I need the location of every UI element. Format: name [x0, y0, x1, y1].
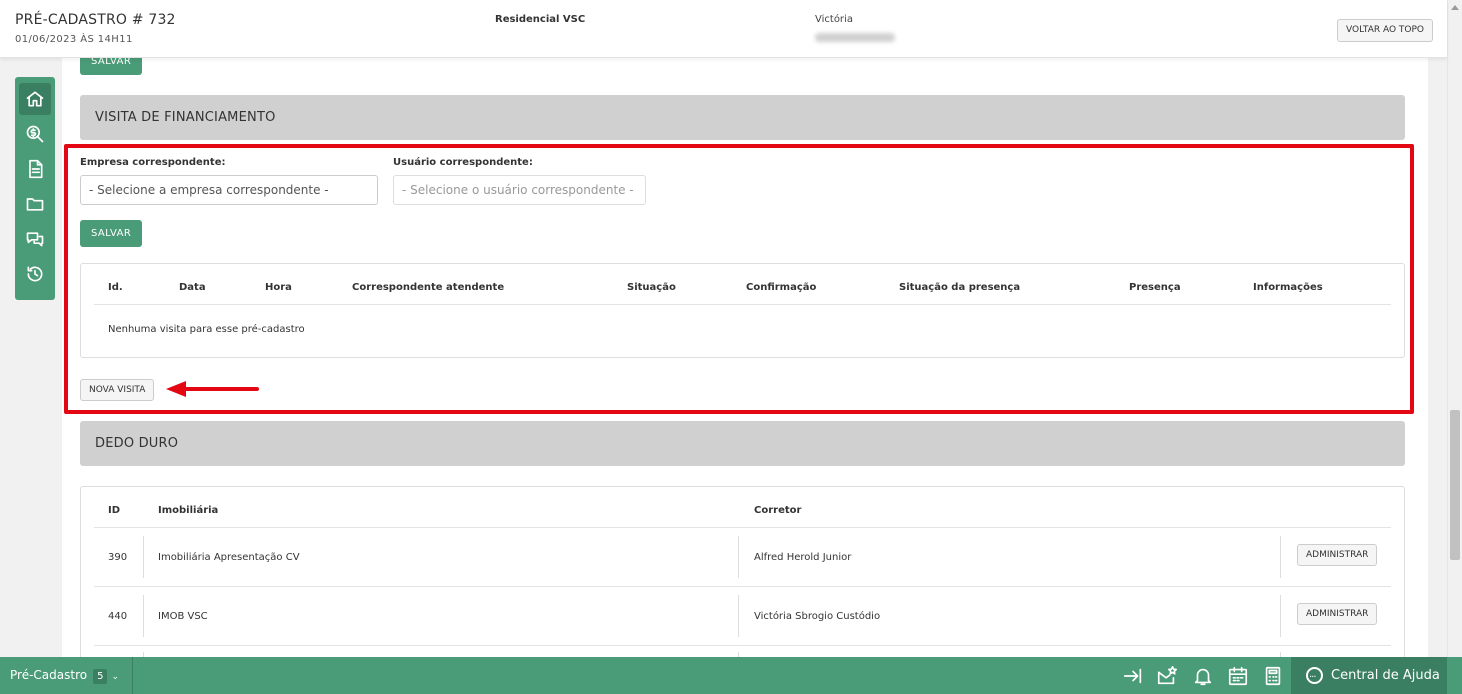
col-presenca: Presença: [1129, 282, 1181, 293]
col-hora: Hora: [265, 282, 292, 293]
folder-icon[interactable]: [19, 188, 51, 220]
chat-bubble-icon: [1306, 659, 1323, 694]
dollar-search-icon[interactable]: [19, 118, 51, 150]
scroll-up-icon[interactable]: [1451, 5, 1459, 10]
side-navigation: [15, 77, 55, 300]
table-divider: [94, 304, 1391, 305]
tab-label: Pré-Cadastro: [10, 668, 88, 682]
table-divider: [94, 645, 1391, 646]
col-id: Id.: [108, 282, 123, 293]
table-divider: [94, 586, 1391, 587]
mail-star-icon[interactable]: [1156, 665, 1178, 687]
tab-count-badge: 5: [93, 669, 108, 684]
empty-message: Nenhuma visita para esse pré-cadastro: [108, 324, 305, 335]
calendar-icon[interactable]: [1227, 665, 1249, 687]
help-label: Central de Ajuda: [1331, 668, 1440, 683]
help-center-button[interactable]: Central de Ajuda: [1291, 657, 1447, 694]
page-header: PRÉ-CADASTRO # 732 01/06/2023 ÀS 14H11 R…: [0, 0, 1447, 58]
document-icon[interactable]: [19, 153, 51, 185]
dedo-duro-table: [80, 486, 1405, 666]
row-imobiliaria: Imobiliária Apresentação CV: [158, 552, 300, 563]
cell-divider: [738, 595, 739, 637]
visita-save-button[interactable]: SALVAR: [80, 220, 143, 247]
col-dd-corretor: Corretor: [754, 505, 802, 516]
col-informacoes: Informações: [1253, 282, 1323, 293]
bell-icon[interactable]: [1192, 665, 1214, 687]
col-situacao-presenca: Situação da presença: [899, 282, 1021, 293]
empresa-label: Empresa correspondente:: [80, 157, 226, 168]
col-situacao: Situação: [627, 282, 676, 293]
row-corretor: Victória Sbrogio Custódio: [754, 611, 881, 622]
table-divider: [94, 527, 1391, 528]
client-name: Victória: [815, 14, 853, 25]
cell-divider: [1280, 595, 1281, 637]
back-to-top-button[interactable]: VOLTAR AO TOPO: [1337, 19, 1433, 42]
cell-divider: [143, 595, 144, 637]
nova-visita-button[interactable]: NOVA VISITA: [80, 379, 155, 401]
vertical-scrollbar[interactable]: [1447, 0, 1462, 694]
pre-cadastro-tab[interactable]: Pré-Cadastro 5 ⌄: [0, 657, 133, 694]
arrow-left-icon: [166, 381, 259, 397]
chevron-down-icon: ⌄: [111, 672, 120, 682]
dedo-duro-section-header: DEDO DURO: [80, 421, 1405, 466]
page-title: PRÉ-CADASTRO # 732: [15, 12, 176, 28]
row-corretor: Alfred Herold Junior: [754, 552, 852, 563]
administrar-button[interactable]: ADMINISTRAR: [1297, 603, 1378, 625]
cell-divider: [1280, 536, 1281, 578]
page-datetime: 01/06/2023 ÀS 14H11: [15, 34, 133, 45]
administrar-button[interactable]: ADMINISTRAR: [1297, 544, 1378, 566]
row-id: 390: [108, 552, 128, 563]
history-icon[interactable]: [19, 258, 51, 290]
chat-icon[interactable]: [19, 223, 51, 255]
col-dd-id: ID: [108, 505, 121, 516]
row-id: 440: [108, 611, 128, 622]
bottom-bar: Pré-Cadastro 5⌄ Central de Ajuda: [0, 657, 1462, 694]
col-confirmacao: Confirmação: [746, 282, 817, 293]
home-icon[interactable]: [19, 83, 51, 115]
collapse-right-icon[interactable]: [1122, 665, 1144, 687]
redacted-phone: [815, 33, 895, 42]
col-dd-imobiliaria: Imobiliária: [158, 505, 219, 516]
col-data: Data: [179, 282, 206, 293]
empresa-select[interactable]: - Selecione a empresa correspondente -: [80, 175, 378, 205]
row-imobiliaria: IMOB VSC: [158, 611, 208, 622]
scroll-thumb[interactable]: [1450, 410, 1460, 560]
usuario-select[interactable]: - Selecione o usuário correspondente -: [393, 175, 646, 205]
visita-table: [80, 263, 1405, 358]
empreendimento-name: Residencial VSC: [495, 14, 586, 25]
calculator-icon[interactable]: [1262, 665, 1284, 687]
col-correspondente: Correspondente atendente: [352, 282, 505, 293]
usuario-label: Usuário correspondente:: [393, 157, 533, 168]
visita-section-header: VISITA DE FINANCIAMENTO: [80, 95, 1405, 140]
cell-divider: [738, 536, 739, 578]
cell-divider: [143, 536, 144, 578]
